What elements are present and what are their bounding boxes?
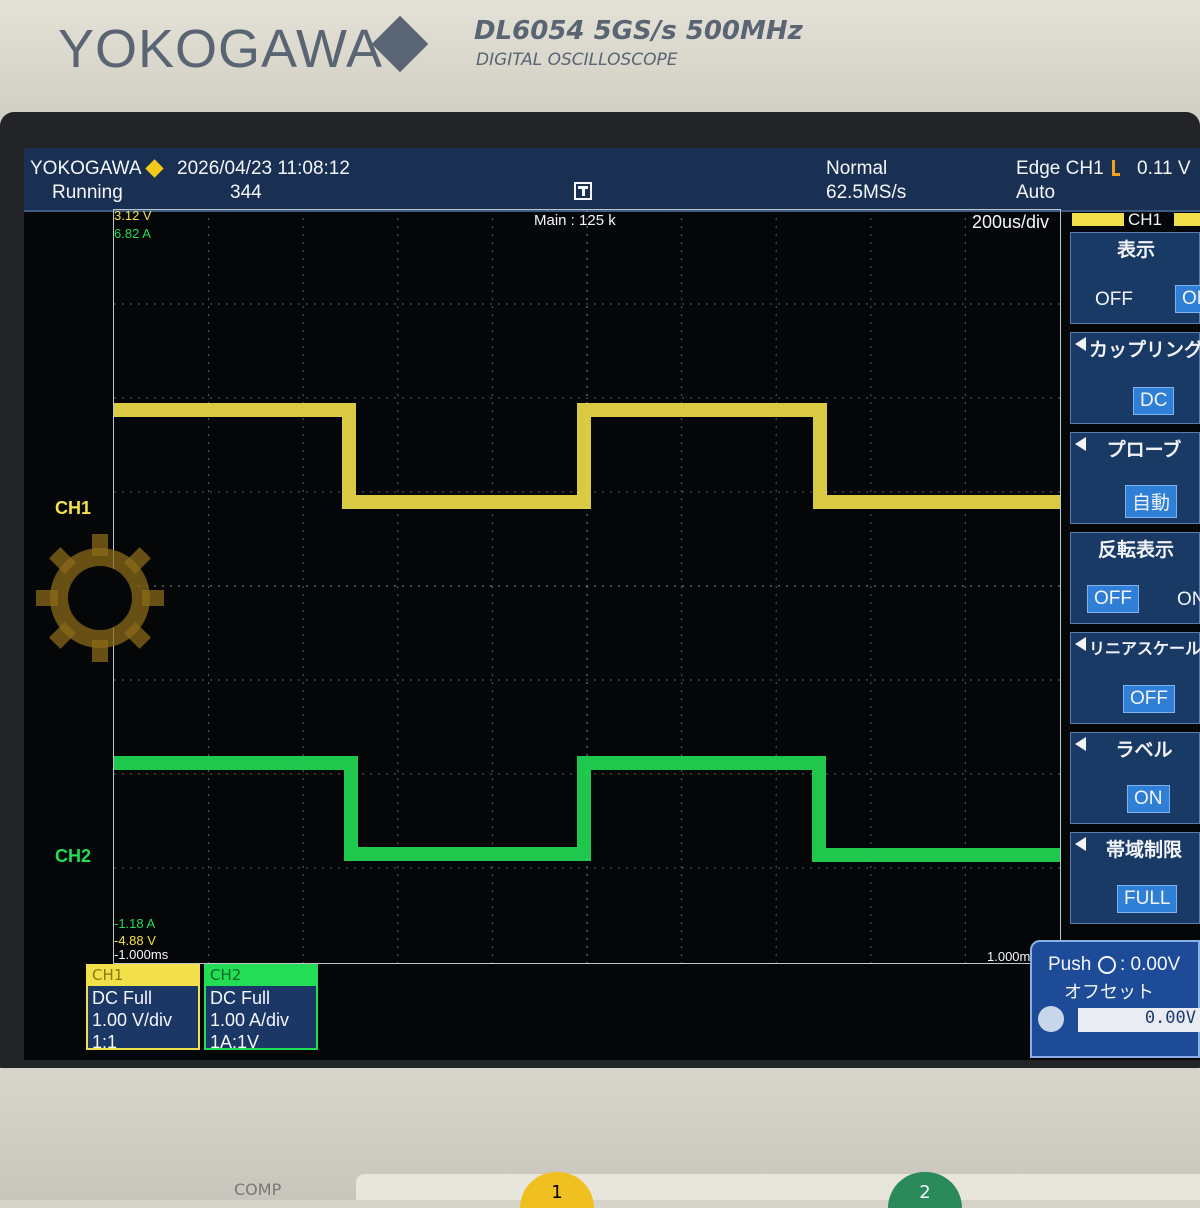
instrument-top-bezel: YOKOGAWA DL6054 5GS/s 500MHz DIGITAL OSC… xyxy=(0,0,1200,130)
bandwidth-title: 帯域制限 xyxy=(1105,839,1182,861)
ch2-coupling: DC Full xyxy=(210,988,271,1008)
offset-dial-icon[interactable] xyxy=(1038,1006,1064,1032)
status-header: YOKOGAWA 2026/04/23 11:08:12 Running 344… xyxy=(24,148,1200,212)
bandwidth-panel[interactable]: 帯域制限 FULL xyxy=(1070,832,1200,924)
ch2-scale: 1.00 A/div xyxy=(210,1010,290,1030)
offset-knob-panel[interactable]: Push : 0.00V オフセット 0.00V xyxy=(1030,940,1200,1058)
submenu-arrow-icon xyxy=(1075,837,1086,851)
ch2-bottom-scale: -1.18 A xyxy=(114,916,156,931)
oscilloscope-screen: YOKOGAWA 2026/04/23 11:08:12 Running 344… xyxy=(24,148,1200,1060)
comp-label: COMP xyxy=(234,1180,282,1199)
invert-panel[interactable]: 反転表示 OFF ON xyxy=(1070,532,1200,624)
knob-icon xyxy=(1098,956,1116,974)
ch1-info-box[interactable]: CH1 DC Full 1.00 V/div 1:1 xyxy=(86,964,200,1052)
ch2-info-title: CH2 xyxy=(206,966,316,986)
ch2-waveform xyxy=(114,756,1060,862)
side-menu-channel-label: CH1 xyxy=(1128,210,1163,229)
linear-scale-title: リニアスケール xyxy=(1089,639,1200,658)
ch1-info-title: CH1 xyxy=(88,966,198,986)
invert-on-option[interactable]: ON xyxy=(1177,589,1200,611)
timebase-label: 200us/div xyxy=(972,212,1050,232)
offset-title: オフセット xyxy=(1064,982,1154,1003)
submenu-arrow-icon xyxy=(1075,737,1086,751)
side-menu-channel-tab: CH1 xyxy=(1070,210,1200,230)
waveform-svg xyxy=(114,210,1060,963)
acquisition-count: 344 xyxy=(230,182,262,203)
trigger-type: Edge CH1 xyxy=(1016,158,1104,179)
display-title: 表示 xyxy=(1116,239,1155,261)
key-strip xyxy=(356,1174,1200,1200)
submenu-arrow-icon xyxy=(1075,437,1086,451)
ch1-top-scale: 3.12 V xyxy=(114,208,152,223)
run-status: Running xyxy=(52,182,123,203)
time-left-label: -1.000ms xyxy=(114,947,169,962)
coupling-panel[interactable]: カップリング DC xyxy=(1070,332,1200,424)
time-right-label: 1.000m xyxy=(987,949,1031,964)
linear-scale-value[interactable]: OFF xyxy=(1123,685,1175,713)
trigger-position-icon xyxy=(574,182,592,200)
trigger-mode: Auto xyxy=(1016,182,1056,203)
label-value[interactable]: ON xyxy=(1127,785,1170,813)
ch1-ground-marker[interactable]: CH1 xyxy=(55,498,91,519)
probe-value[interactable]: 自動 xyxy=(1125,485,1178,518)
ch2-probe: 1A:1V xyxy=(210,1032,260,1052)
ch1-waveform xyxy=(114,403,1060,509)
waveform-grid[interactable] xyxy=(113,209,1061,964)
header-datetime: 2026/04/23 11:08:12 xyxy=(177,158,350,179)
model-label: DL6054 5GS/s 500MHz xyxy=(474,16,803,46)
status-diamond-icon xyxy=(145,159,164,178)
display-on-option[interactable]: ON xyxy=(1175,285,1200,313)
ch1-scale: 1.00 V/div xyxy=(92,1010,173,1030)
ch1-coupling: DC Full xyxy=(92,988,153,1008)
channel-side-menu: CH1 表示 OFF ON カップリング DC プローブ 自動 反転表示 OFF… xyxy=(1070,208,1200,962)
label-title: ラベル xyxy=(1115,739,1173,761)
display-off-option[interactable]: OFF xyxy=(1095,289,1133,311)
gear-icon[interactable] xyxy=(36,534,164,662)
push-label: Push xyxy=(1048,954,1092,975)
offset-input[interactable]: 0.00V xyxy=(1078,1008,1200,1032)
submenu-arrow-icon xyxy=(1075,637,1086,651)
instrument-bottom-bezel: COMP 1 2 xyxy=(0,1068,1200,1208)
coupling-value[interactable]: DC xyxy=(1133,387,1175,415)
bandwidth-value[interactable]: FULL xyxy=(1117,885,1178,913)
invert-off-option[interactable]: OFF xyxy=(1087,585,1139,613)
brand-logo-text: YOKOGAWA xyxy=(58,19,384,79)
header-brand: YOKOGAWA xyxy=(30,158,142,179)
ch2-info-box[interactable]: CH2 DC Full 1.00 A/div 1A:1V xyxy=(204,964,318,1052)
probe-panel[interactable]: プローブ 自動 xyxy=(1070,432,1200,524)
ch1-bottom-scale: -4.88 V xyxy=(114,933,156,948)
trigger-level: 0.11 V xyxy=(1137,158,1191,179)
ch1-probe: 1:1 xyxy=(92,1032,118,1052)
ch2-ground-marker[interactable]: CH2 xyxy=(55,846,91,867)
linear-scale-panel[interactable]: リニアスケール OFF xyxy=(1070,632,1200,724)
model-subtitle: DIGITAL OSCILLOSCOPE xyxy=(476,50,678,70)
invert-title: 反転表示 xyxy=(1097,539,1174,561)
rising-edge-icon xyxy=(1112,160,1120,176)
offset-current: : 0.00V xyxy=(1120,954,1181,975)
label-panel[interactable]: ラベル ON xyxy=(1070,732,1200,824)
main-zoom-label: Main : 125 k xyxy=(534,212,616,229)
sample-rate: 62.5MS/s xyxy=(826,182,907,203)
submenu-arrow-icon xyxy=(1075,337,1086,351)
display-panel[interactable]: 表示 OFF ON xyxy=(1070,232,1200,324)
probe-title: プローブ xyxy=(1106,439,1182,461)
acquisition-mode: Normal xyxy=(826,158,888,179)
coupling-title: カップリング xyxy=(1089,339,1200,361)
ch2-top-scale: 6.82 A xyxy=(114,226,151,241)
